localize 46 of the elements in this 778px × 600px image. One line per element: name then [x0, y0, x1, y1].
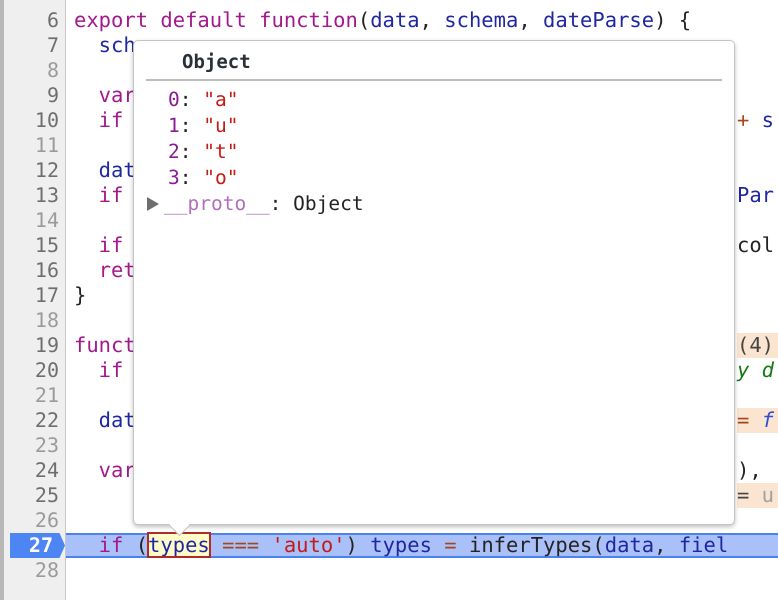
- line-number: 8: [46, 58, 60, 83]
- line-number: 24: [34, 458, 60, 483]
- line-number: 22: [34, 408, 60, 433]
- code-line: export default function(data, schema, dateParse) {: [74, 8, 692, 33]
- code-line: if: [98, 233, 124, 258]
- line-number: 25: [34, 483, 60, 508]
- code-line: Par: [737, 183, 776, 208]
- property-row-text: 1: "u": [167, 113, 238, 139]
- code-line: var: [98, 83, 136, 108]
- line-number: 20: [34, 358, 60, 383]
- popover-title: Object: [146, 49, 251, 81]
- code-line: + s: [737, 108, 776, 133]
- line-number: 13: [34, 183, 60, 208]
- line-number: 12: [34, 158, 60, 183]
- code-line: col: [737, 233, 776, 258]
- line-number: 18: [34, 308, 60, 333]
- expand-triangle-icon[interactable]: [146, 197, 160, 211]
- line-number: 10: [34, 108, 60, 133]
- code-line: if: [98, 108, 124, 133]
- line-number: 23: [34, 433, 60, 458]
- code-line: ),: [737, 458, 763, 483]
- line-number: 11: [34, 133, 60, 158]
- property-row-text: 0: "a": [167, 87, 238, 113]
- property-row-text: 3: "o": [167, 165, 238, 191]
- code-line: ret: [98, 258, 136, 283]
- line-number: 15: [34, 233, 60, 258]
- proto-property[interactable]: __proto__: Object: [164, 191, 364, 217]
- line-number: 26: [34, 508, 60, 533]
- code-line: dat: [98, 158, 136, 183]
- code-line: dat: [98, 408, 136, 433]
- code-line: var: [98, 458, 136, 483]
- line-number: 28: [34, 558, 60, 583]
- property-row-text: 2: "t": [167, 139, 238, 165]
- code-line: funct: [74, 333, 136, 358]
- line-number: 17: [34, 283, 60, 308]
- line-number: 19: [34, 333, 60, 358]
- line-number: 9: [46, 83, 60, 108]
- line-number: 21: [34, 383, 60, 408]
- code-line: if: [98, 183, 124, 208]
- line-number: 14: [34, 208, 60, 233]
- code-line: }: [74, 283, 86, 308]
- code-line: y d: [737, 358, 776, 383]
- line-number: 6: [46, 8, 60, 33]
- line-number: 16: [34, 258, 60, 283]
- code-line: if: [98, 358, 124, 383]
- line-number: 7: [46, 33, 60, 58]
